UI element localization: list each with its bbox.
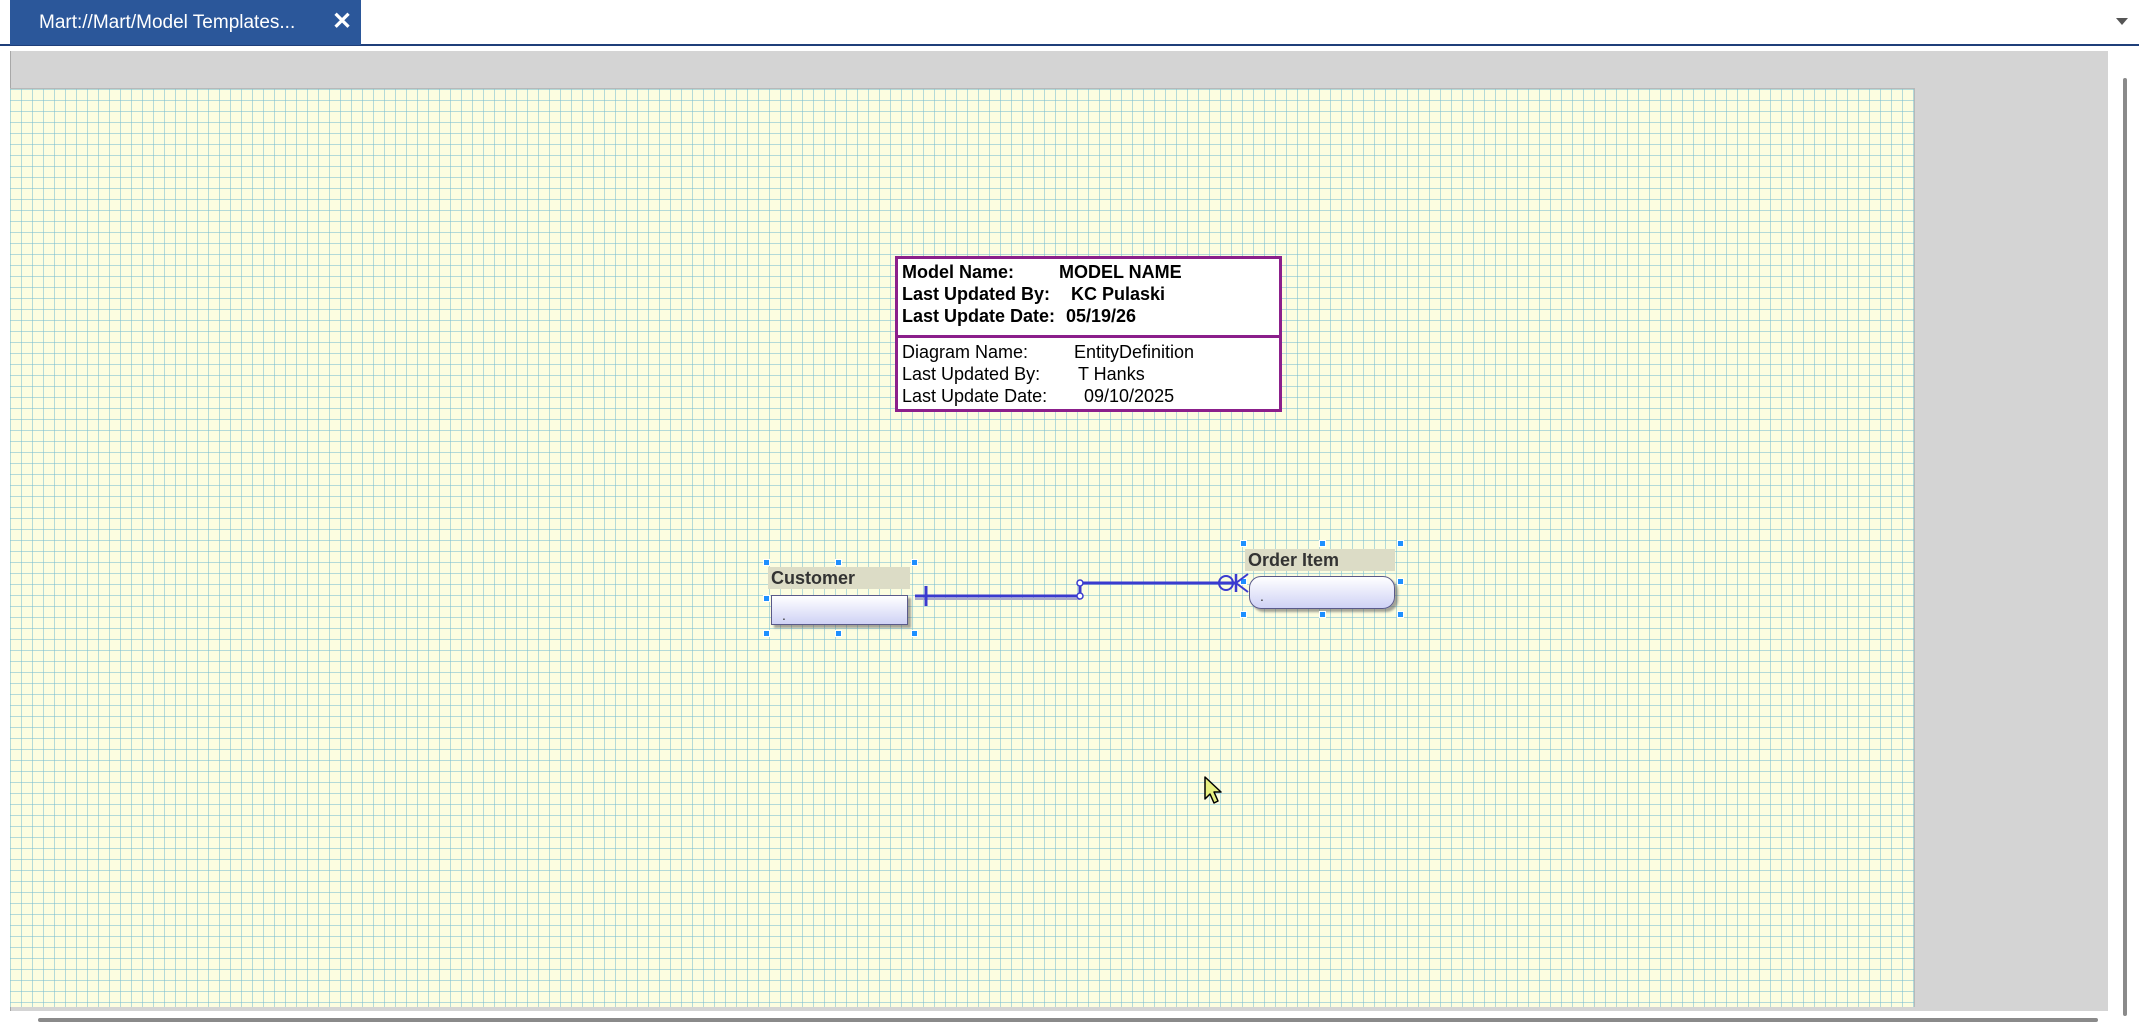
diagram-name-row: Diagram Name: EntityDefinition [898, 341, 1279, 363]
model-name-row: Model Name: MODEL NAME [898, 261, 1279, 283]
model-name-value: MODEL NAME [1059, 262, 1182, 282]
selection-handle[interactable] [1397, 540, 1404, 547]
diagram-updated-by-row: Last Updated By: T Hanks [898, 363, 1279, 385]
vertical-scroll-thumb[interactable] [2123, 78, 2127, 1016]
diagram-update-date-row: Last Update Date: 09/10/2025 [898, 385, 1279, 407]
document-tab-bar: Mart://Mart/Model Templates... ✕ [0, 0, 2139, 46]
model-updated-by-value: KC Pulaski [1071, 284, 1166, 304]
diagram-canvas[interactable] [10, 88, 1915, 1007]
selection-handle[interactable] [1240, 540, 1247, 547]
mouse-pointer-icon [1204, 776, 1222, 804]
horizontal-scrollbar[interactable] [10, 1011, 2108, 1023]
diagram-name-label: Diagram Name: [902, 342, 1029, 362]
selection-handle[interactable] [1240, 611, 1247, 618]
tab-title: Mart://Mart/Model Templates... [39, 11, 296, 33]
model-updated-by-row: Last Updated By: KC Pulaski [898, 283, 1279, 305]
entity-customer[interactable]: Customer . [768, 567, 915, 633]
selection-handle[interactable] [911, 630, 918, 637]
chevron-down-icon[interactable] [2115, 14, 2129, 28]
selection-handle[interactable] [1319, 611, 1326, 618]
model-updated-by-label: Last Updated By: [902, 284, 1051, 304]
selection-handle[interactable] [835, 559, 842, 566]
selection-handle[interactable] [763, 559, 770, 566]
entity-body-order-item[interactable]: . [1249, 576, 1395, 609]
horizontal-scroll-thumb[interactable] [38, 1018, 2098, 1022]
vertical-scrollbar[interactable] [2112, 51, 2139, 1023]
entity-attribute-placeholder: . [782, 607, 786, 623]
entity-attribute-placeholder: . [1260, 588, 1264, 604]
selection-handle[interactable] [763, 595, 770, 602]
selection-handle[interactable] [911, 559, 918, 566]
diagram-title-block[interactable]: Model Name: MODEL NAME Last Updated By: … [895, 256, 1282, 412]
tab-model-templates[interactable]: Mart://Mart/Model Templates... ✕ [10, 0, 361, 45]
model-update-date-row: Last Update Date: 05/19/26 [898, 305, 1279, 327]
selection-handle[interactable] [1319, 540, 1326, 547]
diagram-updated-by-label: Last Updated By: [902, 364, 1041, 384]
close-icon[interactable]: ✕ [329, 9, 355, 35]
diagram-update-date-label: Last Update Date: [902, 386, 1048, 406]
selection-handle[interactable] [1397, 611, 1404, 618]
entity-name-customer[interactable]: Customer [768, 567, 910, 589]
model-name-label: Model Name: [902, 262, 1015, 282]
model-update-date-value: 05/19/26 [1066, 306, 1137, 326]
entity-order-item[interactable]: Order Item . [1245, 549, 1403, 617]
model-update-date-label: Last Update Date: [902, 306, 1056, 326]
diagram-update-date-value: 09/10/2025 [1084, 386, 1175, 406]
selection-handle[interactable] [1397, 578, 1404, 585]
entity-body-customer[interactable]: . [771, 595, 908, 625]
model-info-section: Model Name: MODEL NAME Last Updated By: … [898, 259, 1279, 338]
entity-name-order-item[interactable]: Order Item [1245, 549, 1395, 571]
selection-handle[interactable] [835, 630, 842, 637]
diagram-info-section: Diagram Name: EntityDefinition Last Upda… [898, 338, 1279, 407]
diagram-updated-by-value: T Hanks [1078, 364, 1145, 384]
selection-handle[interactable] [763, 630, 770, 637]
diagram-name-value: EntityDefinition [1074, 342, 1195, 362]
